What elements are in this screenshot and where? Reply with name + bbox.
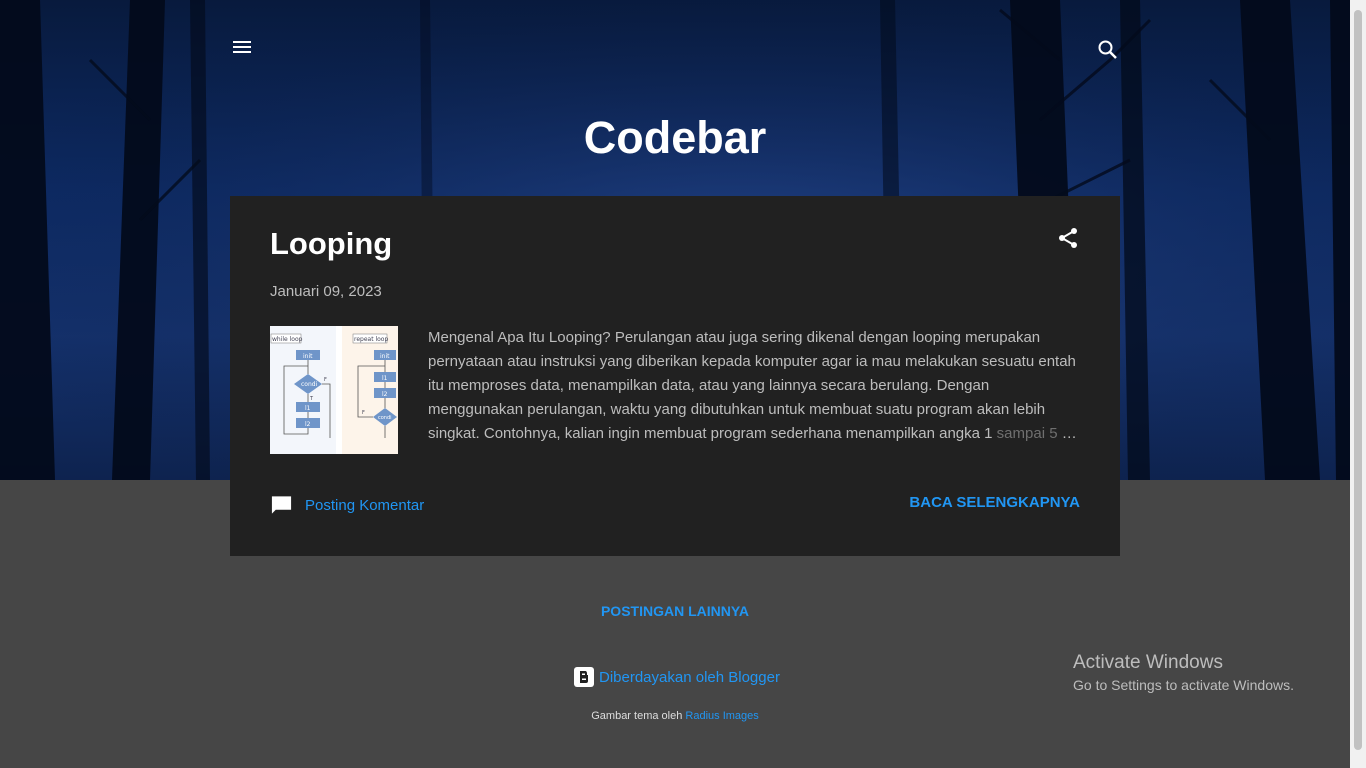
search-icon xyxy=(1098,40,1117,59)
share-icon xyxy=(1059,228,1077,248)
share-button[interactable] xyxy=(1056,226,1080,250)
svg-text:l2: l2 xyxy=(382,391,388,398)
thumb-left-label: while loop xyxy=(272,336,303,343)
snippet-text: Mengenal Apa Itu Looping? Perulangan ata… xyxy=(428,329,1076,442)
svg-text:condi: condi xyxy=(301,381,318,388)
post-snippet: Mengenal Apa Itu Looping? Perulangan ata… xyxy=(428,326,1080,446)
powered-by-blogger-link[interactable]: Diberdayakan oleh Blogger xyxy=(574,667,780,687)
svg-text:F: F xyxy=(362,410,365,416)
site-title[interactable]: Codebar xyxy=(0,112,1350,164)
svg-text:l2: l2 xyxy=(305,421,311,428)
windows-activation-watermark: Activate Windows Go to Settings to activ… xyxy=(1073,652,1294,693)
post-thumbnail[interactable]: while loop repeat loop init condi T F l1… xyxy=(270,326,398,454)
activate-title: Activate Windows xyxy=(1073,652,1223,673)
svg-text:condi: condi xyxy=(378,415,392,421)
svg-text:F: F xyxy=(324,377,327,383)
svg-text:init: init xyxy=(380,353,390,360)
theme-attribution: Gambar tema oleh Radius Images xyxy=(0,710,1350,722)
scrollbar-thumb[interactable] xyxy=(1354,10,1362,750)
vertical-scrollbar[interactable] xyxy=(1350,0,1366,768)
attribution-link[interactable]: Radius Images xyxy=(685,710,758,722)
attribution-text: Gambar tema oleh xyxy=(591,710,686,722)
search-button[interactable] xyxy=(1096,38,1120,62)
more-posts: POSTINGAN LAINNYA xyxy=(0,603,1350,619)
menu-button[interactable] xyxy=(230,38,254,58)
post-date: Januari 09, 2023 xyxy=(270,283,382,300)
comment-label: Posting Komentar xyxy=(305,496,425,514)
post-card: Looping Januari 09, 2023 while loop repe… xyxy=(230,196,1120,556)
comment-icon xyxy=(271,496,292,514)
flowchart-image: while loop repeat loop init condi T F l1… xyxy=(270,326,398,454)
activate-subtitle: Go to Settings to activate Windows. xyxy=(1073,677,1294,693)
thumb-right-label: repeat loop xyxy=(354,336,388,343)
snippet-faded-text: sampai 5 xyxy=(996,425,1058,442)
svg-text:l1: l1 xyxy=(305,405,311,412)
post-title[interactable]: Looping xyxy=(270,226,392,262)
snippet-ellipsis: … xyxy=(1057,425,1077,442)
post-comment-link[interactable]: Posting Komentar xyxy=(270,492,424,518)
more-posts-link[interactable]: POSTINGAN LAINNYA xyxy=(601,603,749,619)
read-more-button[interactable]: BACA SELENGKAPNYA xyxy=(909,494,1080,511)
powered-label: Diberdayakan oleh Blogger xyxy=(599,668,780,686)
blogger-icon xyxy=(574,667,594,687)
menu-icon xyxy=(233,41,251,43)
svg-text:init: init xyxy=(303,353,313,360)
svg-text:l1: l1 xyxy=(382,375,388,382)
